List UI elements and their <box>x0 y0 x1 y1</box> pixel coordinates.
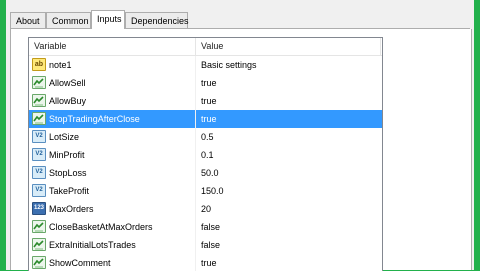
column-header-value[interactable]: Value <box>201 38 223 55</box>
bool-icon <box>32 76 46 89</box>
input-row[interactable]: V2 TakeProfit 150.0 <box>29 182 382 200</box>
variable-value[interactable]: true <box>201 92 217 110</box>
tab-bar: About Common Inputs Dependencies <box>10 10 470 29</box>
variable-name: LotSize <box>49 132 80 142</box>
variable-name: AllowBuy <box>49 96 87 106</box>
variable-value[interactable]: Basic settings <box>201 56 257 74</box>
input-row[interactable]: V2 LotSize 0.5 <box>29 128 382 146</box>
variable-value[interactable]: 0.5 <box>201 128 214 146</box>
variable-value[interactable]: 20 <box>201 200 211 218</box>
int-icon: 123 <box>32 202 46 215</box>
input-row[interactable]: ExtraInitialLotsTrades false <box>29 236 382 254</box>
tab-common[interactable]: Common <box>46 12 91 28</box>
variable-name: StopLoss <box>49 168 87 178</box>
variable-value[interactable]: 0.1 <box>201 146 214 164</box>
variable-name: MaxOrders <box>49 204 94 214</box>
column-header-variable[interactable]: Variable <box>34 38 66 55</box>
tab-inputs[interactable]: Inputs <box>91 10 125 29</box>
variable-value[interactable]: false <box>201 236 220 254</box>
variable-name: MinProfit <box>49 150 85 160</box>
inputs-panel: Variable Value ab note1 Basic settings Allo… <box>10 29 472 271</box>
bool-icon <box>32 94 46 107</box>
dialog-window: About Common Inputs Dependencies Variabl… <box>6 0 474 271</box>
bool-icon <box>32 220 46 233</box>
double-icon: V2 <box>32 184 46 197</box>
bool-icon <box>32 112 46 125</box>
column-separator[interactable] <box>195 38 196 55</box>
input-row[interactable]: ab note1 Basic settings <box>29 56 382 74</box>
variable-name: CloseBasketAtMaxOrders <box>49 222 153 232</box>
grid-rows: ab note1 Basic settings AllowSell true AllowB… <box>29 56 382 271</box>
variable-name: ExtraInitialLotsTrades <box>49 240 136 250</box>
double-icon: V2 <box>32 148 46 161</box>
variable-value[interactable]: true <box>201 110 217 128</box>
variable-value[interactable]: true <box>201 74 217 92</box>
variable-value[interactable]: 50.0 <box>201 164 219 182</box>
variable-name: StopTradingAfterClose <box>49 114 140 124</box>
ab-string-icon: ab <box>32 58 46 71</box>
input-row[interactable]: 123 MaxOrders 20 <box>29 200 382 218</box>
column-separator[interactable] <box>380 38 381 55</box>
input-row[interactable]: ShowComment true <box>29 254 382 271</box>
input-row[interactable]: AllowSell true <box>29 74 382 92</box>
variable-name: TakeProfit <box>49 186 90 196</box>
input-row[interactable]: StopTradingAfterClose true <box>29 110 382 128</box>
variable-value[interactable]: 150.0 <box>201 182 224 200</box>
bool-icon <box>32 238 46 251</box>
input-row[interactable]: CloseBasketAtMaxOrders false <box>29 218 382 236</box>
column-gridline <box>195 56 196 271</box>
grid-header: Variable Value <box>29 38 382 56</box>
input-row[interactable]: AllowBuy true <box>29 92 382 110</box>
variable-name: note1 <box>49 60 72 70</box>
bool-icon <box>32 256 46 269</box>
input-row[interactable]: V2 MinProfit 0.1 <box>29 146 382 164</box>
double-icon: V2 <box>32 130 46 143</box>
variable-value[interactable]: false <box>201 218 220 236</box>
variable-value[interactable]: true <box>201 254 217 271</box>
tab-about[interactable]: About <box>10 12 46 28</box>
input-row[interactable]: V2 StopLoss 50.0 <box>29 164 382 182</box>
tab-dependencies[interactable]: Dependencies <box>125 12 189 28</box>
double-icon: V2 <box>32 166 46 179</box>
variable-name: ShowComment <box>49 258 111 268</box>
inputs-grid: Variable Value ab note1 Basic settings Allo… <box>28 37 383 271</box>
variable-name: AllowSell <box>49 78 86 88</box>
